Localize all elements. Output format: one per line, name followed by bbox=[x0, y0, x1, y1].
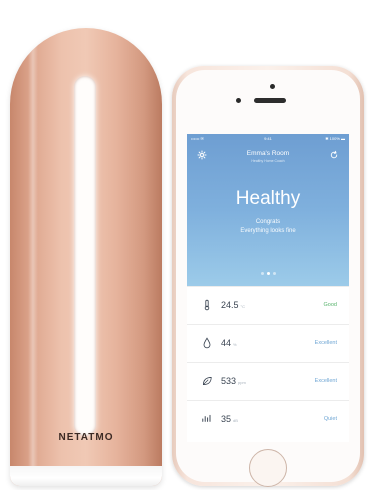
front-camera bbox=[270, 84, 275, 89]
page-dot[interactable] bbox=[272, 272, 276, 275]
status-header: •••••• ✉ 9:41 ✱ 100% ▬ Emma's Room Healt… bbox=[187, 134, 349, 286]
device-brand-logo: NETATMO bbox=[58, 432, 114, 443]
noise-unit: dB bbox=[233, 418, 238, 423]
clock: 9:41 bbox=[264, 136, 272, 141]
noise-level-icon bbox=[202, 414, 211, 422]
device-base bbox=[10, 466, 162, 486]
thermometer-icon bbox=[204, 299, 210, 311]
refresh-icon[interactable] bbox=[329, 150, 339, 160]
home-button[interactable] bbox=[249, 449, 287, 487]
ios-status-bar: •••••• ✉ 9:41 ✱ 100% ▬ bbox=[191, 136, 345, 144]
device-light-slot bbox=[74, 76, 96, 436]
health-status-label: Healthy bbox=[235, 188, 301, 209]
page-dot-active[interactable] bbox=[266, 272, 270, 275]
room-title[interactable]: Emma's Room bbox=[187, 150, 349, 157]
netatmo-healthy-home-coach: NETATMO bbox=[10, 28, 162, 486]
noise-status: Quiet bbox=[323, 416, 337, 422]
earpiece-speaker bbox=[254, 98, 286, 103]
page-dot[interactable] bbox=[260, 272, 264, 275]
proximity-sensor bbox=[236, 98, 241, 103]
status-message-line1: Congrats bbox=[255, 219, 281, 225]
room-subtitle: Healthy Home Coach bbox=[251, 159, 285, 163]
metric-row-noise[interactable]: 35 dB Quiet bbox=[187, 400, 349, 438]
humidity-drop-icon bbox=[203, 337, 211, 349]
air-quality-value: 533 bbox=[221, 376, 237, 386]
app-screen: •••••• ✉ 9:41 ✱ 100% ▬ Emma's Room Healt… bbox=[187, 134, 349, 442]
page-indicator[interactable] bbox=[187, 272, 349, 275]
humidity-value: 44 bbox=[221, 338, 232, 348]
temperature-status: Good bbox=[323, 302, 337, 308]
metric-row-air-quality[interactable]: 533 ppm Excellent bbox=[187, 362, 349, 400]
temperature-value: 24.5 bbox=[221, 300, 239, 310]
humidity-status: Excellent bbox=[314, 340, 337, 346]
metric-row-humidity[interactable]: 44% Excellent bbox=[187, 324, 349, 362]
device-sheen bbox=[28, 28, 38, 468]
temperature-unit: °C bbox=[240, 304, 246, 309]
noise-value: 35 bbox=[221, 414, 232, 424]
status-message-line2: Everything looks fine bbox=[240, 228, 296, 234]
battery-indicator: ✱ 100% ▬ bbox=[325, 136, 345, 141]
air-quality-leaf-icon bbox=[202, 376, 212, 386]
humidity-unit: % bbox=[233, 342, 237, 347]
metric-row-temperature[interactable]: 24.5 °C Good bbox=[187, 286, 349, 324]
air-quality-status: Excellent bbox=[314, 378, 337, 384]
air-quality-unit: ppm bbox=[238, 380, 246, 385]
